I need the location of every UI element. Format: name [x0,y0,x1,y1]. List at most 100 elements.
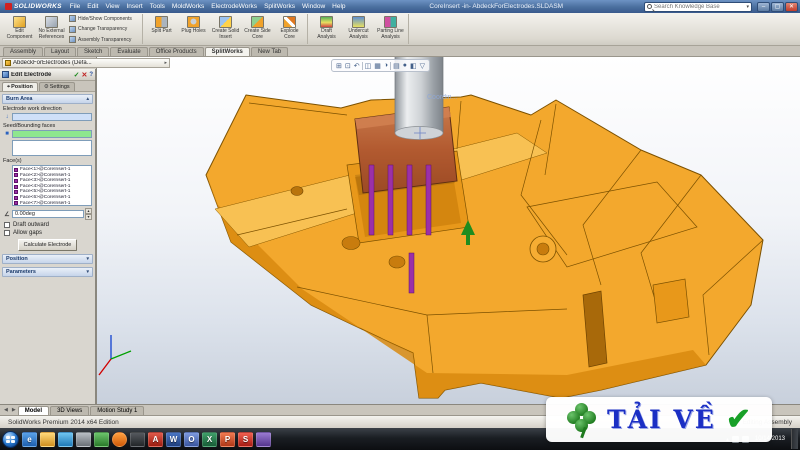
change-transparency-button[interactable]: Change Transparency [68,25,140,33]
tab-splitworks[interactable]: SplitWorks [204,47,250,56]
tab-scroll-left-icon[interactable]: ◀ [2,407,10,413]
tab-position[interactable]: ⌖ Position [2,82,38,91]
help-icon[interactable]: ? [89,72,93,78]
media-player-icon[interactable] [58,431,73,447]
allow-gaps-row[interactable]: Allow gaps [4,230,91,236]
3d-model-canvas[interactable]: Coordin... [97,57,800,404]
allow-gaps-checkbox[interactable] [4,230,10,236]
tab-office-products[interactable]: Office Products [148,47,204,56]
command-prompt-icon[interactable] [130,431,145,447]
angle-spinner[interactable]: ▲ ▼ [85,208,92,220]
view-settings-icon[interactable]: ▽ [419,62,426,70]
menu-insert[interactable]: Insert [123,2,145,11]
control-panel-icon[interactable] [76,431,91,447]
draft-outward-checkbox[interactable] [4,222,10,228]
menu-window[interactable]: Window [299,2,328,11]
menu-edit[interactable]: Edit [84,2,101,11]
start-button[interactable] [2,430,19,448]
tab-assembly[interactable]: Assembly [3,47,44,56]
windows-explorer-icon[interactable] [40,431,55,447]
tab-model[interactable]: Model [17,405,50,415]
menu-help[interactable]: Help [329,2,348,11]
watermark-text: TẢI VỀ [607,405,716,434]
parting-line-analysis-button[interactable]: Parting Line Analysis [375,14,406,44]
plug-holes-button[interactable]: Plug Holes [178,14,209,44]
purple-app-icon[interactable] [256,431,271,447]
menu-moldworks[interactable]: MoldWorks [169,2,207,11]
ok-icon[interactable]: ✓ [74,71,80,79]
chevron-down-icon: ▾ [86,256,89,262]
section-view-icon[interactable]: ◫ [364,62,373,70]
minimize-button[interactable]: – [757,1,770,12]
electrode-icon [2,71,9,78]
edit-component-button[interactable]: Edit Component [4,14,35,44]
word-icon[interactable]: W [166,431,181,447]
display-style-icon[interactable]: ◑ [383,62,389,69]
tab-scroll-right-icon[interactable]: ▶ [10,407,18,413]
search-box[interactable]: ▾ [644,1,752,12]
green-app-icon[interactable] [94,431,109,447]
draft-angle-field[interactable]: 0.00deg [12,210,84,218]
search-input[interactable] [654,3,745,10]
face-list-item[interactable]: Face<7>@CoreInsert-1 [14,201,90,205]
group-parameters[interactable]: Parameters ▾ [2,267,93,277]
menu-file[interactable]: File [67,2,83,11]
edit-appearance-icon[interactable]: ● [402,62,408,69]
group-position[interactable]: Position ▾ [2,254,93,264]
create-solid-insert-button[interactable]: Create Solid Insert [210,14,241,44]
internet-explorer-icon[interactable]: e [22,431,37,447]
tab-motion-study[interactable]: Motion Study 1 [90,405,145,415]
hide-show-items-icon[interactable]: ▤ [392,62,401,70]
faces-list[interactable]: Face<1>@CoreInsert-1 Face<2>@CoreInsert-… [12,165,92,206]
draft-analysis-button[interactable]: Draft Analysis [311,14,342,44]
seed-faces-list[interactable] [12,140,92,156]
explode-core-button[interactable]: Explode Core [274,14,305,44]
solidworks-icon[interactable]: S [238,431,253,447]
tab-sketch[interactable]: Sketch [77,47,110,56]
seed-faces-field[interactable] [12,130,92,138]
menu-splitworks[interactable]: SplitWorks [261,2,298,11]
menu-tools[interactable]: Tools [147,2,168,11]
menu-electrodeworks[interactable]: ElectrodeWorks [208,2,260,11]
tab-settings[interactable]: ⚙ Settings [38,82,75,91]
outlook-icon[interactable]: O [184,431,199,447]
previous-view-icon[interactable]: ↶ [353,62,361,70]
tab-layout[interactable]: Layout [44,47,77,56]
close-button[interactable]: ✕ [785,1,798,12]
flyout-arrow-icon[interactable]: ▸ [164,60,167,66]
group-burn-area[interactable]: Burn Area ▴ [2,94,93,104]
menu-view[interactable]: View [102,2,122,11]
excel-icon[interactable]: X [202,431,217,447]
split-part-button[interactable]: Split Part [146,14,177,44]
tab-new-tab[interactable]: New Tab [250,47,289,56]
view-orientation-icon[interactable]: ▦ [373,62,382,70]
draft-outward-row[interactable]: Draft outward [4,222,91,228]
apply-scene-icon[interactable]: ◧ [409,62,418,70]
acrobat-icon[interactable]: A [148,431,163,447]
tab-3d-views[interactable]: 3D Views [50,405,90,415]
mold-core-model[interactable] [205,94,764,399]
zoom-to-fit-icon[interactable]: ⊞ [335,62,343,70]
draft-angle-row: ∠ 0.00deg ▲ ▼ [3,208,92,220]
powerpoint-icon[interactable]: P [220,431,235,447]
assembly-transparency-button[interactable]: Assembly Transparency [68,36,140,43]
no-external-references-button[interactable]: No External References [36,14,67,44]
undercut-analysis-button[interactable]: Undercut Analysis [343,14,374,44]
origin-triad [98,335,132,376]
tab-evaluate[interactable]: Evaluate [110,47,148,56]
maximize-button[interactable]: ▢ [771,1,784,12]
calculate-electrode-button[interactable]: Calculate Electrode [17,239,78,251]
search-dropdown-icon[interactable]: ▾ [746,4,749,10]
feature-tree-header[interactable]: AbdeckForElectrodes (Defa... ▸ [2,58,170,68]
work-direction-field[interactable] [12,113,92,121]
feature-tree-root[interactable]: AbdeckForElectrodes (Defa... [13,60,162,66]
spin-down-icon[interactable]: ▼ [85,214,92,220]
create-side-core-button[interactable]: Create Side Core [242,14,273,44]
show-desktop-button[interactable] [791,429,798,449]
firefox-icon[interactable] [112,431,127,447]
hide-show-components-button[interactable]: Hide/Show Components [68,15,140,22]
zoom-to-area-icon[interactable]: ⊡ [344,62,352,70]
direction-arrow-icon: ↓ [5,114,9,120]
cancel-icon[interactable]: ✕ [81,71,87,79]
graphics-area[interactable]: Coordin... ⊞ ⊡ ↶ ◫ ▦ ◑ ▤ ● ◧ ▽ [96,57,800,404]
